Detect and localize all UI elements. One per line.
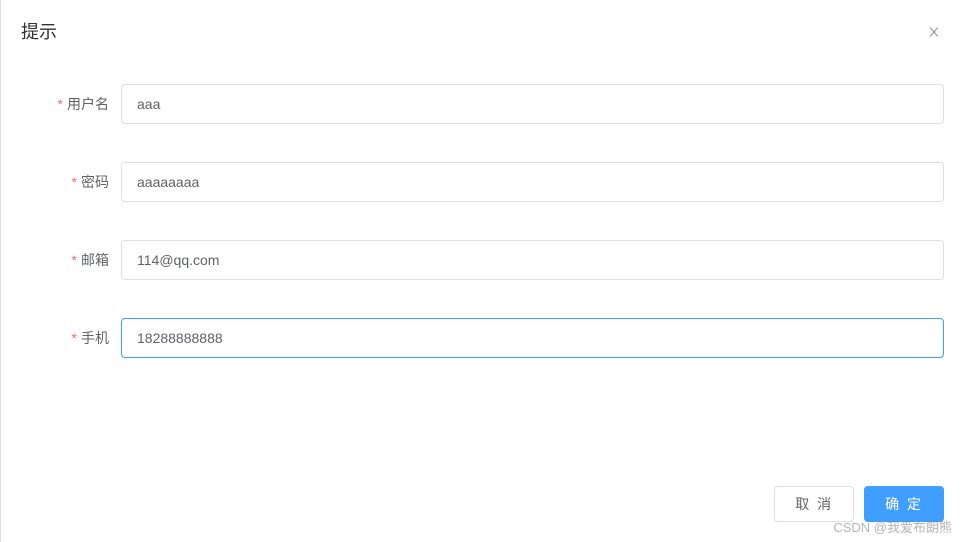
required-mark: * <box>72 330 77 346</box>
password-label-text: 密码 <box>81 174 109 190</box>
username-label-text: 用户名 <box>67 96 109 112</box>
form-item-password: *密码 <box>21 162 944 202</box>
password-input[interactable] <box>121 162 944 202</box>
password-input-wrap <box>121 162 944 202</box>
email-label-text: 邮箱 <box>81 252 109 268</box>
username-input-wrap <box>121 84 944 124</box>
required-mark: * <box>72 174 77 190</box>
form-item-username: *用户名 <box>21 84 944 124</box>
close-button[interactable] <box>924 22 944 42</box>
username-label: *用户名 <box>21 84 121 124</box>
password-label: *密码 <box>21 162 121 202</box>
phone-label-text: 手机 <box>81 330 109 346</box>
close-icon <box>927 25 941 39</box>
email-input-wrap <box>121 240 944 280</box>
email-label: *邮箱 <box>21 240 121 280</box>
username-input[interactable] <box>121 84 944 124</box>
required-mark: * <box>72 252 77 268</box>
dialog: 提示 *用户名 *密码 *邮箱 <box>0 0 964 542</box>
phone-input[interactable] <box>121 318 944 358</box>
email-input[interactable] <box>121 240 944 280</box>
dialog-header: 提示 <box>1 0 964 54</box>
dialog-title: 提示 <box>21 20 57 44</box>
confirm-button[interactable]: 确 定 <box>864 486 944 522</box>
dialog-footer: 取 消 确 定 <box>774 486 944 522</box>
phone-label: *手机 <box>21 318 121 358</box>
phone-input-wrap <box>121 318 944 358</box>
dialog-body: *用户名 *密码 *邮箱 *手机 <box>1 54 964 416</box>
cancel-button[interactable]: 取 消 <box>774 486 854 522</box>
required-mark: * <box>58 96 63 112</box>
form-item-phone: *手机 <box>21 318 944 358</box>
form-item-email: *邮箱 <box>21 240 944 280</box>
